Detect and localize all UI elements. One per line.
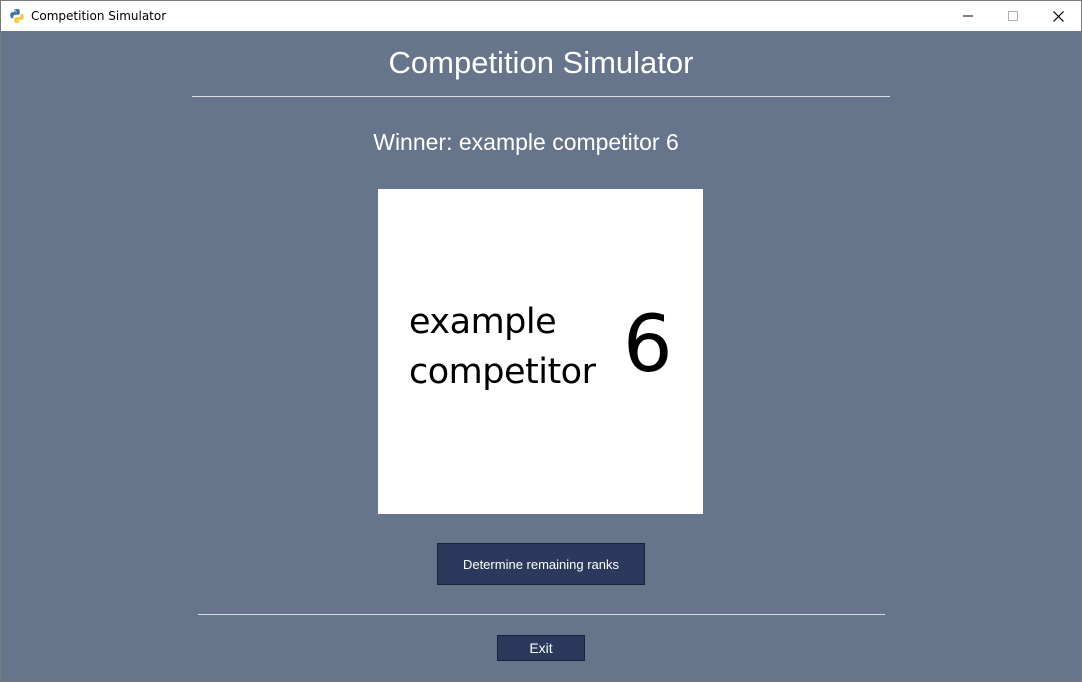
- title-bar[interactable]: Competition Simulator: [1, 1, 1081, 31]
- maximize-button[interactable]: [990, 1, 1036, 31]
- winner-image-name-line2: competitor: [409, 352, 596, 392]
- divider: [198, 614, 885, 615]
- divider: [192, 96, 890, 97]
- close-button[interactable]: [1035, 1, 1081, 31]
- exit-button[interactable]: Exit: [497, 635, 585, 661]
- winner-image-name-line1: example: [409, 302, 557, 342]
- minimize-button[interactable]: [945, 1, 991, 31]
- winner-image-number: 6: [623, 300, 673, 390]
- page-title: Competition Simulator: [388, 45, 694, 80]
- winner-image: example competitor 6: [378, 189, 703, 514]
- winner-label: Winner: example competitor 6: [373, 129, 679, 155]
- determine-ranks-button[interactable]: Determine remaining ranks: [437, 543, 645, 585]
- app-window: Competition Simulator Competition Simula…: [0, 0, 1082, 682]
- maximize-icon: [1008, 11, 1018, 21]
- minimize-icon: [963, 15, 973, 17]
- main-content: Competition Simulator Winner: example co…: [1, 31, 1081, 681]
- close-icon: [1052, 10, 1064, 22]
- window-title: Competition Simulator: [31, 9, 167, 23]
- python-icon: [10, 9, 24, 23]
- winner-image-name: example competitor: [409, 297, 596, 397]
